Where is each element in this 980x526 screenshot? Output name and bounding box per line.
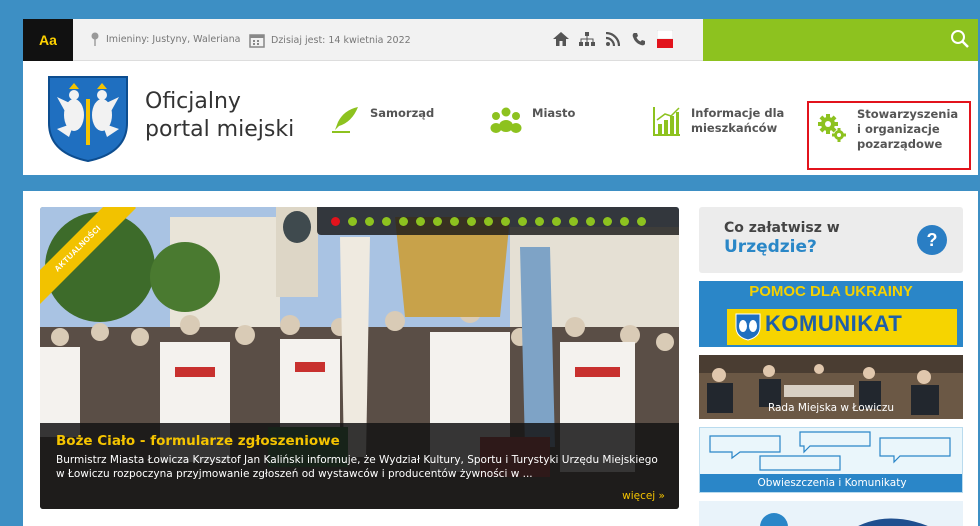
slider-dot[interactable] (467, 216, 476, 226)
slider-dot[interactable] (331, 216, 340, 226)
search-icon[interactable] (950, 29, 970, 49)
news-ribbon-label: AKTUALNOŚCI (40, 207, 136, 307)
ukraine-aid-title: POMOC DLA UKRAINY (749, 283, 913, 300)
flower-icon (91, 32, 99, 46)
slider-dot[interactable] (416, 216, 425, 226)
slider-dot[interactable] (637, 216, 646, 226)
chart-icon (653, 107, 680, 136)
slider-dot[interactable] (399, 216, 408, 226)
news-slider[interactable]: AKTUALNOŚCI Boże Ciało - formularze zgło… (40, 207, 679, 509)
nav-informacje-line2: mieszkańców (691, 121, 778, 135)
obwieszczenia-label: Obwieszczenia i Komunikaty (700, 474, 962, 492)
crest-icon (735, 313, 761, 341)
site-title[interactable]: Oficjalny portal miejski (145, 88, 294, 144)
slider-dot[interactable] (603, 216, 612, 226)
slider-dot[interactable] (501, 216, 510, 226)
nav-samorzad-label: Samorząd (370, 106, 435, 120)
nav-samorzad[interactable]: Samorząd (330, 106, 434, 134)
read-more-link[interactable]: więcej » (622, 490, 665, 502)
sitemap-icon[interactable] (579, 29, 595, 49)
site-title-line1: Oficjalny (145, 89, 241, 114)
slider-dot[interactable] (586, 216, 595, 226)
ukraine-aid-banner[interactable]: POMOC DLA UKRAINY KOMUNIKAT (699, 281, 963, 347)
nameday-info: Imieniny: Justyny, Waleriana (89, 32, 240, 46)
rada-miejska-banner[interactable]: Rada Miejska w Łowiczu (699, 355, 963, 419)
home-icon[interactable] (553, 29, 569, 49)
gears-icon (818, 114, 846, 142)
nav-stowarzyszenia-line1: Stowarzyszenia (857, 107, 959, 121)
date-text: Dzisiaj jest: 14 kwietnia 2022 (271, 34, 411, 46)
quill-icon (332, 107, 358, 133)
font-size-toggle[interactable]: Aa (23, 19, 73, 61)
news-ribbon: AKTUALNOŚCI (40, 207, 140, 307)
help-icon: ? (917, 225, 947, 255)
co-zalatwisz-box[interactable]: Co załatwisz w Urzędzie? ? (699, 207, 963, 273)
slider-dot[interactable] (382, 216, 391, 226)
partial-banner[interactable] (699, 501, 963, 526)
nav-miasto-label: Miasto (532, 106, 576, 120)
people-icon (490, 107, 522, 133)
sidebar: Co załatwisz w Urzędzie? ? POMOC DLA UKR… (699, 207, 963, 526)
nav-stowarzyszenia[interactable]: Stowarzyszenia i organizacje pozarządowe (807, 101, 971, 170)
top-bar: Aa Imieniny: Justyny, Waleriana Dzisiaj … (23, 19, 978, 61)
slider-dot[interactable] (450, 216, 459, 226)
date-info: Dzisiaj jest: 14 kwietnia 2022 (249, 32, 411, 48)
bip-icon[interactable] (657, 29, 673, 49)
quick-links (553, 29, 673, 49)
main-content: AKTUALNOŚCI Boże Ciało - formularze zgło… (23, 191, 978, 526)
nav-informacje-line1: Informacje dla (691, 106, 785, 120)
slider-dot[interactable] (484, 216, 493, 226)
slider-dot[interactable] (620, 216, 629, 226)
nav-informacje[interactable]: Informacje dla mieszkańców (653, 106, 784, 136)
nav-stowarzyszenia-line3: pozarządowe (857, 137, 943, 151)
logo-icon (760, 513, 928, 526)
search-bar[interactable] (703, 19, 978, 61)
slider-dot[interactable] (535, 216, 544, 226)
nav-informacje-label: Informacje dla mieszkańców (691, 106, 784, 136)
slider-dot[interactable] (569, 216, 578, 226)
slider-dot[interactable] (552, 216, 561, 226)
site-title-line2: portal miejski (145, 117, 295, 142)
obwieszczenia-banner[interactable]: Obwieszczenia i Komunikaty (699, 427, 963, 493)
ukraine-aid-komunikat: KOMUNIKAT (765, 311, 903, 336)
calendar-icon (249, 34, 265, 48)
slider-dot[interactable] (365, 216, 374, 226)
slide-caption: Boże Ciało - formularze zgłoszeniowe Bur… (40, 423, 679, 509)
speech-bubbles-icon (709, 431, 951, 471)
slide-text: Burmistrz Miasta Łowicza Krzysztof Jan K… (56, 454, 658, 480)
nav-stowarzyszenia-label: Stowarzyszenia i organizacje pozarządowe (857, 107, 958, 152)
phone-icon[interactable] (631, 29, 647, 49)
site-header: Oficjalny portal miejski Samorząd Miasto… (23, 61, 978, 175)
slider-dot[interactable] (433, 216, 442, 226)
slider-pagination (317, 207, 679, 235)
rada-miejska-label: Rada Miejska w Łowiczu (767, 402, 895, 414)
slider-dot[interactable] (348, 216, 357, 226)
slide-title[interactable]: Boże Ciało - formularze zgłoszeniowe (56, 433, 663, 449)
nameday-text: Imieniny: Justyny, Waleriana (106, 33, 241, 45)
city-crest-logo[interactable] (47, 75, 129, 163)
nav-miasto[interactable]: Miasto (490, 106, 575, 134)
rss-icon[interactable] (605, 29, 621, 49)
slider-dot[interactable] (518, 216, 527, 226)
nav-stowarzyszenia-line2: i organizacje (857, 122, 940, 136)
